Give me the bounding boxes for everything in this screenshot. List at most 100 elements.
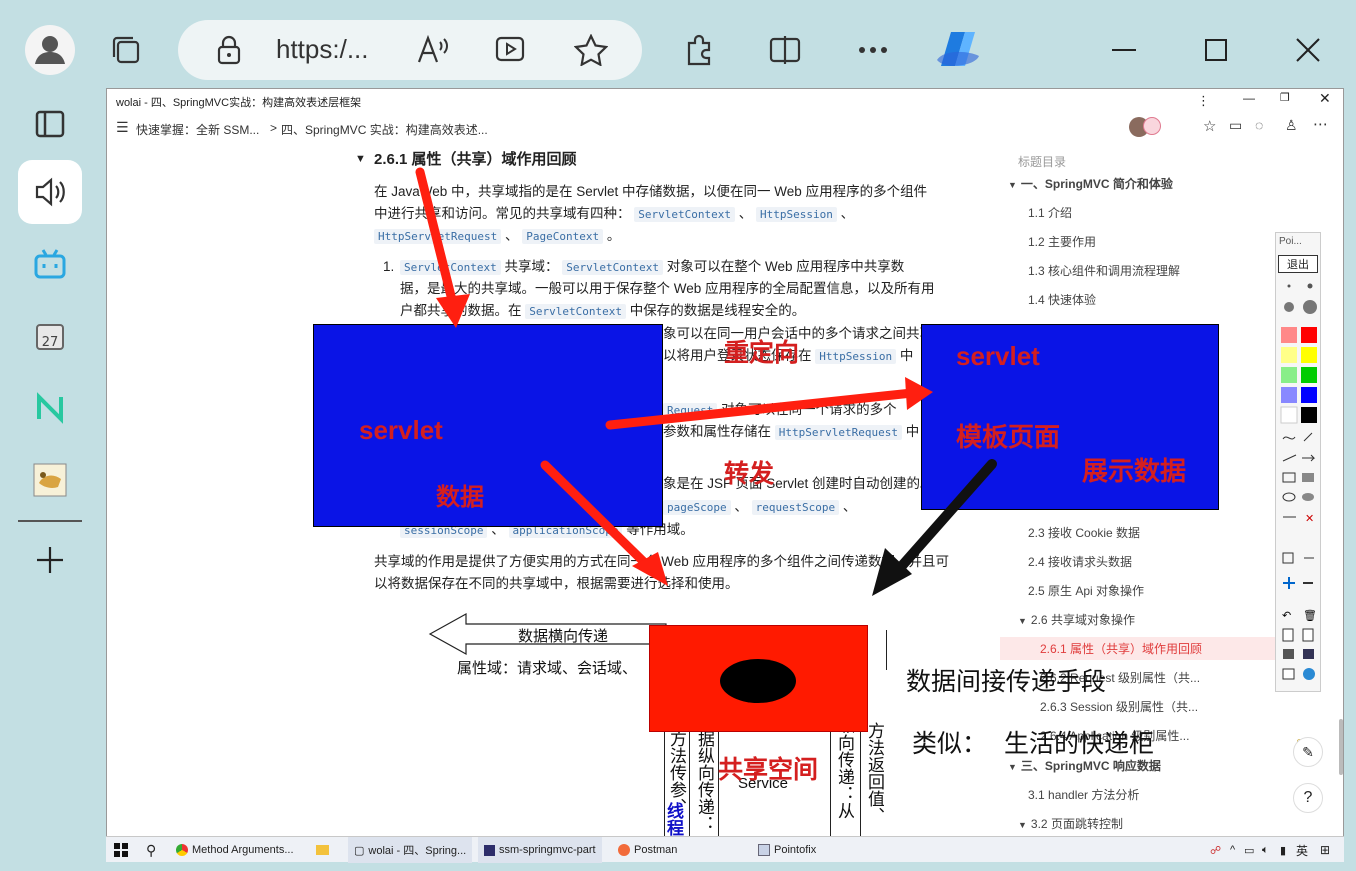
n-app-icon[interactable] [18, 376, 82, 440]
window-more-icon[interactable]: ⋮ [1197, 93, 1210, 109]
history-icon[interactable]: ◌ [1255, 117, 1263, 133]
toc-item[interactable]: 2.6.1 属性（共享）域作用回顾 [1000, 637, 1320, 660]
minimize-icon[interactable] [1102, 30, 1146, 70]
star-icon[interactable]: ☆ [1203, 117, 1216, 135]
hamburger-icon[interactable]: ☰ [116, 119, 129, 136]
battery-icon[interactable]: ▮ [1280, 837, 1286, 863]
maximize-icon[interactable] [1194, 30, 1238, 70]
servlet-box-right: servlet 模板页面 展示数据 [921, 324, 1219, 510]
user-icon[interactable]: ♙ [1285, 117, 1298, 134]
search-icon[interactable]: ⚲ [146, 837, 156, 863]
taskbar: ⚲ Method Arguments... ▢ wolai - 四、Spring.… [106, 836, 1344, 863]
toc-item[interactable]: 3.1 handler 方法分析 [1028, 786, 1139, 803]
pointofix-exit-button[interactable]: 退出 [1278, 255, 1318, 273]
avatar-secondary[interactable] [1143, 117, 1161, 135]
toc-item-label: 三、SpringMVC 响应数据 [1020, 759, 1161, 773]
edit-icon[interactable]: ✎ [1293, 737, 1323, 767]
toc-item[interactable]: 2.4 接收请求头数据 [1028, 553, 1132, 570]
toc-item[interactable]: ▼ 一、SpringMVC 简介和体验 [1008, 175, 1173, 192]
calendar-icon[interactable]: 27 [18, 304, 82, 368]
address-bar[interactable]: https:/... [178, 20, 642, 80]
comment-icon[interactable]: ▭ [1229, 117, 1242, 134]
toc-item-label: 2.5 原生 Api 对象操作 [1028, 584, 1145, 598]
folder-icon[interactable] [316, 837, 329, 863]
more-menu-icon[interactable] [852, 28, 894, 72]
toc-item[interactable]: ▼ 2.6 共享域对象操作 [1018, 611, 1135, 628]
copilot-icon[interactable] [932, 24, 984, 74]
list-text: 共享域： [504, 259, 559, 274]
tomcat-icon[interactable] [18, 448, 82, 512]
rail-divider [18, 520, 82, 522]
video-icon[interactable] [494, 34, 528, 71]
close-icon[interactable] [1286, 30, 1330, 70]
toc-collapse-icon[interactable]: ▼ [1008, 180, 1017, 190]
bilibili-icon[interactable] [18, 232, 82, 296]
taskbar-item-pointofix[interactable]: Pointofix [758, 837, 816, 863]
taskbar-item-idea[interactable]: ssm-springmvc-part [478, 837, 602, 863]
window-minimize-icon[interactable]: — [1243, 91, 1255, 105]
add-icon[interactable] [18, 528, 82, 592]
code-servletcontext: ServletContext [634, 207, 735, 222]
pointofix-palette[interactable]: ✕ ↶ 🗑︎ [1278, 277, 1320, 687]
breadcrumb-current[interactable]: 四、SpringMVC 实战：构建高效表述... [281, 121, 488, 138]
toc-item[interactable]: 2.5 原生 Api 对象操作 [1028, 582, 1144, 599]
toc-collapse-icon[interactable]: ▼ [1018, 820, 1027, 830]
start-icon[interactable] [114, 837, 128, 863]
toc-item[interactable]: 2.3 接收 Cookie 数据 [1028, 524, 1140, 541]
fragment-1: 象可以在同一用户会话中的多个请求之间共享数 [663, 326, 947, 341]
toc-item[interactable]: 1.1 介绍 [1028, 204, 1072, 221]
workspaces-icon[interactable] [104, 28, 148, 72]
code-servletcontext: ServletContext [525, 304, 626, 319]
toc-item[interactable]: 2.6.3 Session 级别属性（共... [1040, 698, 1198, 715]
toc-item-label: 3.2 页面跳转控制 [1030, 817, 1123, 831]
split-screen-icon[interactable] [764, 28, 806, 72]
toc-item[interactable]: 1.2 主要作用 [1028, 233, 1096, 250]
forward-label: 转发 [724, 460, 775, 488]
ime-indicator[interactable]: 英 [1296, 837, 1308, 863]
vertical-tabs-icon[interactable] [18, 92, 82, 156]
list-number: 1. [383, 259, 395, 274]
taskbar-item-postman[interactable]: Postman [618, 837, 677, 863]
section-heading: 2.6.1 属性（共享）域作用回顾 [374, 151, 577, 168]
window-restore-icon[interactable]: ❐ [1280, 91, 1290, 104]
taskbar-item-wolai[interactable]: ▢ wolai - 四、Spring... [348, 837, 473, 863]
toc-item-label: 2.4 接收请求头数据 [1028, 555, 1133, 569]
breadcrumb-root[interactable]: 快速掌握：全新 SSM... [136, 121, 259, 138]
tray-icon[interactable]: ☍ [1210, 837, 1221, 863]
taskbar-label: ssm-springmvc-part [499, 844, 596, 856]
network-icon[interactable]: ▭ [1244, 837, 1254, 863]
favorite-star-icon[interactable] [573, 33, 609, 71]
extensions-icon[interactable] [678, 28, 720, 72]
toc-item[interactable]: 1.3 核心组件和调用流程理解 [1028, 262, 1180, 279]
collapse-arrow-icon[interactable]: ▼ [355, 153, 366, 165]
scrollbar[interactable] [1339, 719, 1343, 775]
shared-space-label: 共享空间 [718, 756, 819, 784]
breadcrumb: ☰ 快速掌握：全新 SSM... > 四、SpringMVC 实战：构建高效表述… [107, 113, 1345, 143]
para1-line1: 在 JavaWeb 中，共享域指的是在 Servlet 中存储数据，以便在同一 … [374, 184, 928, 199]
taskbar-item-chrome[interactable]: Method Arguments... [176, 837, 294, 863]
code-httpsession: HttpSession [756, 207, 837, 222]
separator: 、 [842, 499, 857, 514]
toc-collapse-icon[interactable]: ▼ [1018, 616, 1027, 626]
read-aloud-icon[interactable] [18, 160, 82, 224]
svg-text:✕: ✕ [1305, 513, 1314, 525]
fragment-text: 参数和属性存储在 [663, 424, 771, 439]
fragment-text: 对象可以在同一个请求的多个 [721, 402, 897, 417]
lock-icon[interactable] [216, 34, 242, 71]
column-2-text: 据纵向传递：以 [696, 730, 714, 832]
toc-collapse-icon[interactable]: ▼ [1008, 762, 1017, 772]
read-aloud-a-icon[interactable] [416, 34, 450, 71]
tray-chevron-icon[interactable]: ^ [1230, 837, 1235, 863]
volume-icon[interactable]: 🔈︎ [1262, 837, 1269, 863]
toc-item[interactable]: ▼ 3.2 页面跳转控制 [1018, 815, 1123, 832]
window-close-icon[interactable]: ✕ [1319, 90, 1331, 107]
analogy-prefix: 类似： [912, 729, 988, 758]
toc-item[interactable]: 1.4 快速体验 [1028, 291, 1096, 308]
toc-item-label: 一、SpringMVC 简介和体验 [1020, 177, 1173, 191]
keyboard-icon[interactable]: ⊞ [1320, 837, 1330, 863]
more-icon[interactable]: ⋯ [1313, 115, 1328, 133]
url-text[interactable]: https:/... [276, 34, 369, 65]
code-requestscope: requestScope [751, 500, 840, 515]
profile-icon[interactable] [18, 18, 82, 82]
help-icon[interactable]: ? [1293, 783, 1323, 813]
